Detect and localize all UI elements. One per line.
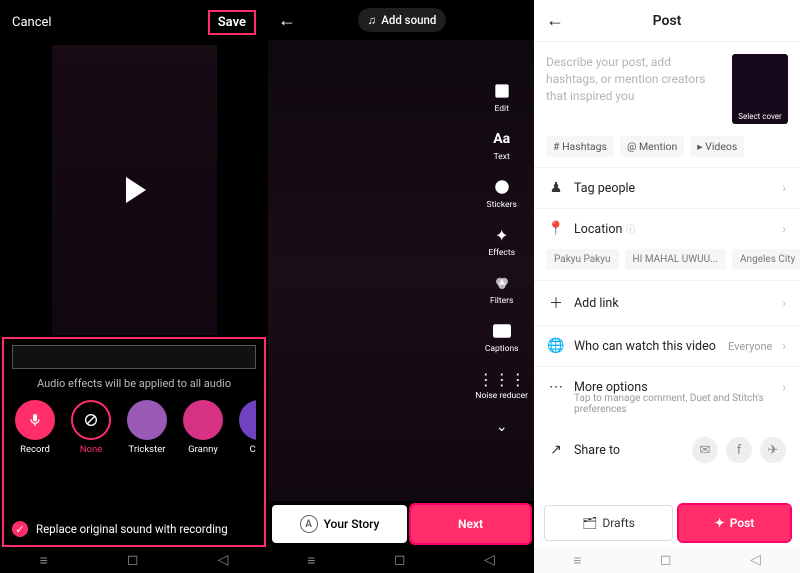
save-button[interactable]: Save [208, 10, 256, 35]
audio-drawer: Audio effects will be applied to all aud… [2, 337, 266, 547]
none-icon [71, 400, 111, 440]
filters-icon [491, 272, 513, 294]
record-audio-panel: Cancel Save Audio effects will be applie… [0, 0, 268, 573]
chevron-right-icon: › [782, 339, 786, 353]
plus-icon: ＋ [548, 293, 564, 313]
back-button[interactable]: ← [278, 10, 296, 31]
more-options-subtitle: Tap to manage comment, Duet and Stitch's… [534, 393, 800, 425]
your-story-button[interactable]: A Your Story [272, 505, 407, 543]
share-to-row: ↗ Share to ✉ f ✈ [534, 425, 800, 475]
recent-icon[interactable]: ≡ [307, 552, 315, 569]
recent-icon[interactable]: ≡ [40, 552, 48, 569]
info-icon: ⓘ [625, 225, 635, 236]
back-icon[interactable]: ◁ [218, 552, 229, 568]
play-icon [126, 177, 146, 203]
page-title: Post [546, 13, 788, 29]
next-button[interactable]: Next [411, 505, 530, 543]
audio-timeline[interactable] [12, 345, 256, 369]
granny-icon [183, 400, 223, 440]
post-panel: ← Post Describe your post, add hashtags,… [534, 0, 800, 573]
drafts-icon: 🗂 [582, 516, 597, 530]
location-suggestions: Pakyu Pakyu HI MAHAL UWUU... Angeles Cit… [534, 249, 800, 280]
text-icon: Aa [491, 128, 513, 150]
location-chip[interactable]: HI MAHAL UWUU... [625, 249, 727, 270]
who-can-watch-row[interactable]: 🌐 Who can watch this video Everyone › [534, 325, 800, 366]
location-chip[interactable]: Pakyu Pakyu [546, 249, 619, 270]
home-icon[interactable]: ◻ [394, 552, 406, 568]
audio-effects-row: Record None Trickster Granny Chip [12, 400, 256, 455]
trickster-icon [127, 400, 167, 440]
android-nav: ≡ ◻ ◁ [268, 547, 534, 573]
tool-filters[interactable]: Filters [490, 272, 513, 306]
telegram-icon[interactable]: ✈ [760, 437, 786, 463]
video-canvas[interactable]: Edit AaText Stickers ✦Effects Filters Ca… [268, 40, 534, 501]
chevron-right-icon: › [782, 222, 786, 236]
effects-icon: ✦ [491, 224, 513, 246]
messenger-icon[interactable]: ✉ [692, 437, 718, 463]
privacy-value: Everyone [728, 340, 772, 353]
check-icon: ✓ [12, 521, 28, 537]
person-icon: ♟ [548, 180, 564, 196]
captions-icon [491, 320, 513, 342]
tool-effects[interactable]: ✦Effects [488, 224, 515, 258]
recent-icon[interactable]: ≡ [573, 552, 581, 569]
globe-icon: 🌐 [548, 338, 564, 354]
music-note-icon: ♫ [368, 13, 377, 27]
effect-record[interactable]: Record [12, 400, 58, 455]
cancel-button[interactable]: Cancel [12, 15, 52, 30]
drafts-button[interactable]: 🗂 Drafts [544, 505, 673, 541]
stickers-icon [491, 176, 513, 198]
video-preview[interactable] [52, 45, 217, 335]
tool-edit[interactable]: Edit [491, 80, 513, 114]
android-nav: ≡ ◻ ◁ [0, 547, 268, 573]
home-icon[interactable]: ◻ [660, 552, 672, 568]
edit-video-panel: ← ♫ Add sound Edit AaText Stickers ✦Effe… [268, 0, 534, 573]
avatar-icon: A [300, 515, 318, 533]
home-icon[interactable]: ◻ [127, 552, 139, 568]
chevron-right-icon: › [782, 296, 786, 310]
select-cover-button[interactable]: Select cover [732, 54, 788, 124]
post-button[interactable]: ✦ Post [679, 505, 790, 541]
chevron-down-icon[interactable]: ⌄ [496, 419, 508, 435]
back-icon[interactable]: ◁ [750, 552, 761, 568]
tool-text[interactable]: AaText [491, 128, 513, 162]
back-icon[interactable]: ◁ [484, 552, 495, 568]
share-icon: ↗ [548, 442, 564, 458]
videos-chip[interactable]: ▸ Videos [690, 136, 744, 157]
add-sound-button[interactable]: ♫ Add sound [358, 8, 447, 32]
pin-icon: 📍 [548, 221, 564, 237]
description-input[interactable]: Describe your post, add hashtags, or men… [546, 54, 724, 124]
tool-stickers[interactable]: Stickers [487, 176, 517, 210]
location-chip[interactable]: Angeles City [732, 249, 800, 270]
mention-chip[interactable]: @ Mention [620, 136, 684, 157]
facebook-icon[interactable]: f [726, 437, 752, 463]
tool-noise-reducer[interactable]: ⋮⋮⋮Noise reducer [475, 368, 528, 401]
tag-people-row[interactable]: ♟ Tag people › [534, 167, 800, 208]
add-link-row[interactable]: ＋ Add link › [534, 280, 800, 325]
chevron-right-icon: › [782, 380, 786, 394]
sparkle-icon: ✦ [715, 516, 725, 530]
effect-none[interactable]: None [68, 400, 114, 455]
noise-icon: ⋮⋮⋮ [491, 368, 513, 390]
location-row[interactable]: 📍 Location ⓘ › [534, 208, 800, 249]
mic-icon [15, 400, 55, 440]
chevron-right-icon: › [782, 181, 786, 195]
effect-chip[interactable]: Chip [236, 400, 256, 455]
effect-trickster[interactable]: Trickster [124, 400, 170, 455]
edit-icon [491, 80, 513, 102]
tool-captions[interactable]: Captions [485, 320, 519, 354]
hashtags-chip[interactable]: # Hashtags [546, 136, 614, 157]
chip-icon [239, 400, 256, 440]
effect-granny[interactable]: Granny [180, 400, 226, 455]
side-toolbar: Edit AaText Stickers ✦Effects Filters Ca… [475, 80, 528, 435]
audio-note: Audio effects will be applied to all aud… [12, 377, 256, 390]
replace-original-toggle[interactable]: ✓ Replace original sound with recording [12, 521, 256, 537]
android-nav: ≡ ◻ ◁ [534, 547, 800, 573]
